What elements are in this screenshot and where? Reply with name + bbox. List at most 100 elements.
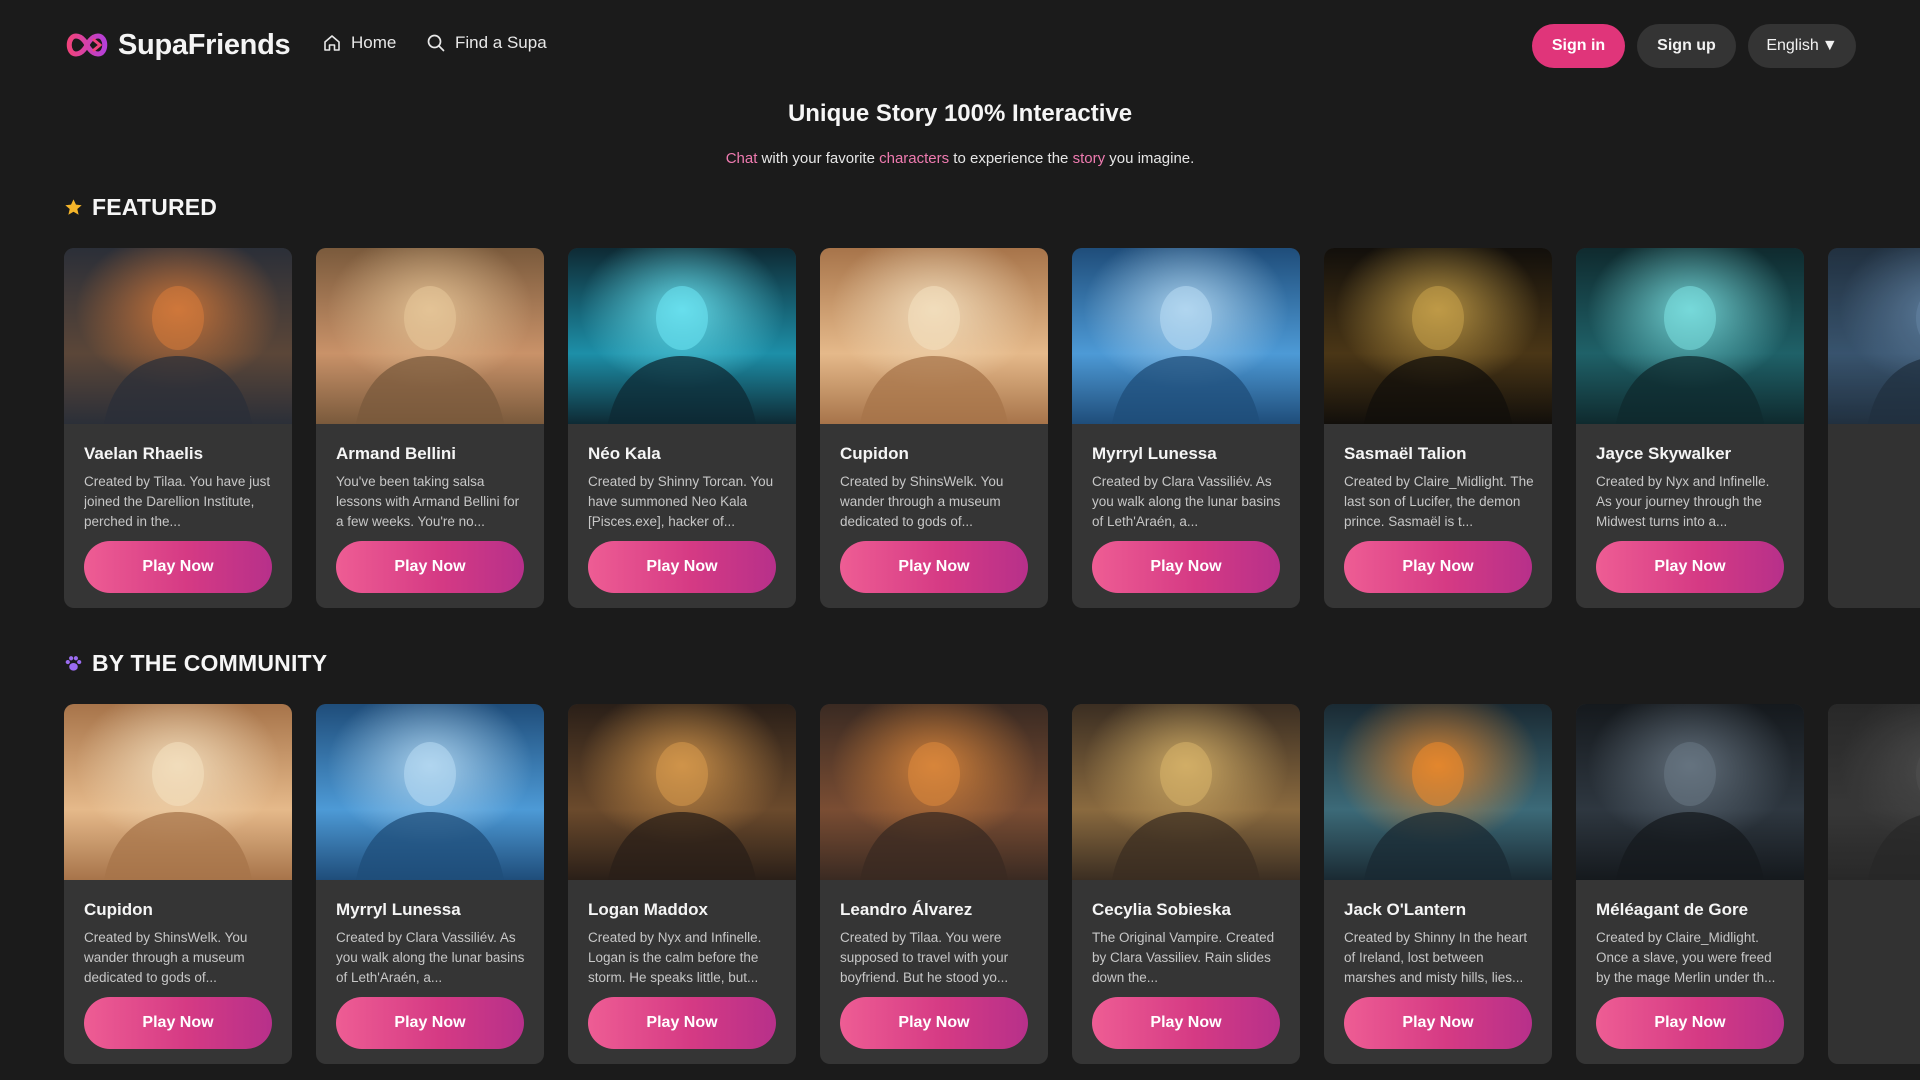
character-name: Vaelan Rhaelis bbox=[84, 444, 204, 463]
hero-subtitle: Chat with your favorite characters to ex… bbox=[0, 150, 1920, 167]
character-description: Created by Clara Vassiliév. As you walk … bbox=[336, 930, 525, 985]
character-portrait[interactable] bbox=[1072, 704, 1300, 880]
play-now-button[interactable]: Play Now bbox=[1596, 541, 1784, 593]
character-description: Created by Tilaa. You have just joined t… bbox=[84, 474, 271, 529]
character-card[interactable]: Cecylia Sobieska The Original Vampire. Cr… bbox=[1072, 704, 1300, 1064]
character-card[interactable]: Leandro Álvarez Created by Tilaa. You wer… bbox=[820, 704, 1048, 1064]
character-card[interactable]: Cupidon Created by ShinsWelk. You wander … bbox=[820, 248, 1048, 608]
sign-in-button[interactable]: Sign in bbox=[1532, 24, 1625, 68]
character-card[interactable]: Jack O'Lantern Created by Shinny In the h… bbox=[1324, 704, 1552, 1064]
character-card[interactable]: Cupidon Created by ShinsWelk. You wander … bbox=[64, 704, 292, 1064]
play-now-button[interactable]: Play Now bbox=[336, 541, 524, 593]
character-name: Sasmaël Talion bbox=[1344, 444, 1467, 463]
featured-section-title: FEATURED bbox=[64, 194, 217, 221]
play-now-button[interactable]: Play Now bbox=[840, 997, 1028, 1049]
language-select[interactable]: English ▼ bbox=[1748, 24, 1856, 68]
hero-story-link: story bbox=[1072, 150, 1106, 167]
character-portrait[interactable] bbox=[1828, 704, 1920, 880]
sign-up-button[interactable]: Sign up bbox=[1637, 24, 1736, 68]
brand-name: SupaFriends bbox=[118, 28, 291, 61]
play-now-button[interactable]: Play Now bbox=[588, 541, 776, 593]
character-name: Jayce Skywalker bbox=[1596, 444, 1732, 463]
character-description: Created by Tilaa. You were supposed to t… bbox=[840, 930, 1009, 985]
nav-home-label: Home bbox=[351, 33, 397, 52]
character-portrait[interactable] bbox=[568, 704, 796, 880]
character-name: Myrryl Lunessa bbox=[1092, 444, 1217, 463]
character-portrait[interactable] bbox=[568, 248, 796, 424]
star-icon bbox=[65, 199, 82, 215]
character-name: Cupidon bbox=[84, 900, 153, 919]
play-now-button[interactable]: Play Now bbox=[1092, 541, 1280, 593]
play-now-button[interactable]: Play Now bbox=[84, 541, 272, 593]
character-description: Created by Clara Vassiliév. As you walk … bbox=[1092, 474, 1281, 529]
play-now-button[interactable]: Play Now bbox=[1344, 997, 1532, 1049]
character-portrait[interactable] bbox=[64, 248, 292, 424]
community-section-title: BY THE COMMUNITY bbox=[64, 650, 327, 677]
character-name: Myrryl Lunessa bbox=[336, 900, 461, 919]
character-portrait[interactable] bbox=[1576, 704, 1804, 880]
character-card[interactable]: Myrryl Lunessa Created by Clara Vassiliév… bbox=[316, 704, 544, 1064]
hero-text: you imagine. bbox=[1105, 150, 1195, 167]
play-now-button[interactable]: Play Now bbox=[1596, 997, 1784, 1049]
character-card[interactable]: Vaelan Rhaelis Created by Tilaa. You have… bbox=[64, 248, 292, 608]
character-name: Cecylia Sobieska bbox=[1092, 900, 1231, 919]
home-icon bbox=[324, 35, 340, 51]
hero-characters-link: characters bbox=[879, 150, 950, 167]
character-description: Created by ShinsWelk. You wander through… bbox=[84, 930, 248, 985]
character-description: Created by Claire_Midlight. Once a slave… bbox=[1596, 930, 1776, 985]
character-card[interactable]: Méléagant de Gore Created by Claire_Midli… bbox=[1576, 704, 1804, 1064]
play-now-button[interactable]: Play Now bbox=[84, 997, 272, 1049]
hero-text: with your favorite bbox=[757, 150, 880, 167]
nav-home[interactable]: Home bbox=[322, 33, 396, 53]
character-name: Méléagant de Gore bbox=[1596, 900, 1749, 919]
character-portrait[interactable] bbox=[1324, 248, 1552, 424]
character-name: Leandro Álvarez bbox=[840, 900, 973, 919]
character-portrait[interactable] bbox=[1324, 704, 1552, 880]
character-portrait[interactable] bbox=[1576, 248, 1804, 424]
play-now-button[interactable]: Play Now bbox=[336, 997, 524, 1049]
search-icon bbox=[427, 34, 445, 52]
character-name: Néo Kala bbox=[588, 444, 661, 463]
character-portrait[interactable] bbox=[820, 704, 1048, 880]
hero-chat-link: Chat bbox=[725, 150, 758, 167]
brand-logo[interactable]: SupaFriends bbox=[64, 28, 291, 62]
character-card[interactable]: Myrryl Lunessa Created by Clara Vassiliév… bbox=[1072, 248, 1300, 608]
character-description: Created by ShinsWelk. You wander through… bbox=[840, 474, 1004, 529]
character-portrait[interactable] bbox=[820, 248, 1048, 424]
play-now-button[interactable]: Play Now bbox=[1092, 997, 1280, 1049]
paw-icon bbox=[65, 656, 82, 671]
character-card[interactable] bbox=[1828, 248, 1920, 608]
character-portrait[interactable] bbox=[316, 704, 544, 880]
character-name: Armand Bellini bbox=[336, 444, 456, 463]
hero-text: to experience the bbox=[949, 150, 1073, 167]
character-description: Created by Claire_Midlight. The last son… bbox=[1344, 474, 1534, 529]
character-name: Jack O'Lantern bbox=[1344, 900, 1467, 919]
language-label: English bbox=[1766, 37, 1819, 54]
character-card[interactable]: Armand Bellini You've been taking salsa l… bbox=[316, 248, 544, 608]
character-description: The Original Vampire. Created by Clara V… bbox=[1092, 930, 1275, 985]
play-now-button[interactable]: Play Now bbox=[588, 997, 776, 1049]
character-portrait[interactable] bbox=[1072, 248, 1300, 424]
character-card[interactable]: Sasmaël Talion Created by Claire_Midlight… bbox=[1324, 248, 1552, 608]
community-label: BY THE COMMUNITY bbox=[92, 650, 328, 676]
character-description: Created by Nyx and Infinelle. Logan is t… bbox=[588, 930, 762, 985]
character-description: You've been taking salsa lessons with Ar… bbox=[336, 474, 520, 529]
community-carousel[interactable]: Cupidon Created by ShinsWelk. You wander … bbox=[64, 704, 1920, 1064]
character-card[interactable]: Jayce Skywalker Created by Nyx and Infine… bbox=[1576, 248, 1804, 608]
character-portrait[interactable] bbox=[316, 248, 544, 424]
character-description: Created by Shinny Torcan. You have summo… bbox=[588, 474, 774, 529]
nav-find-a-supa[interactable]: Find a Supa bbox=[426, 33, 547, 53]
character-name: Cupidon bbox=[840, 444, 909, 463]
character-portrait[interactable] bbox=[1828, 248, 1920, 424]
character-portrait[interactable] bbox=[64, 704, 292, 880]
play-now-button[interactable]: Play Now bbox=[840, 541, 1028, 593]
character-card[interactable] bbox=[1828, 704, 1920, 1064]
featured-carousel[interactable]: Vaelan Rhaelis Created by Tilaa. You have… bbox=[64, 248, 1920, 608]
character-card[interactable]: Logan Maddox Created by Nyx and Infinelle… bbox=[568, 704, 796, 1064]
play-now-button[interactable]: Play Now bbox=[1344, 541, 1532, 593]
character-description: Created by Nyx and Infinelle. As your jo… bbox=[1596, 474, 1770, 529]
nav-find-a-supa-label: Find a Supa bbox=[455, 33, 547, 52]
infinity-logo-icon bbox=[66, 33, 108, 57]
featured-label: FEATURED bbox=[92, 194, 218, 220]
character-card[interactable]: Néo Kala Created by Shinny Torcan. You ha… bbox=[568, 248, 796, 608]
